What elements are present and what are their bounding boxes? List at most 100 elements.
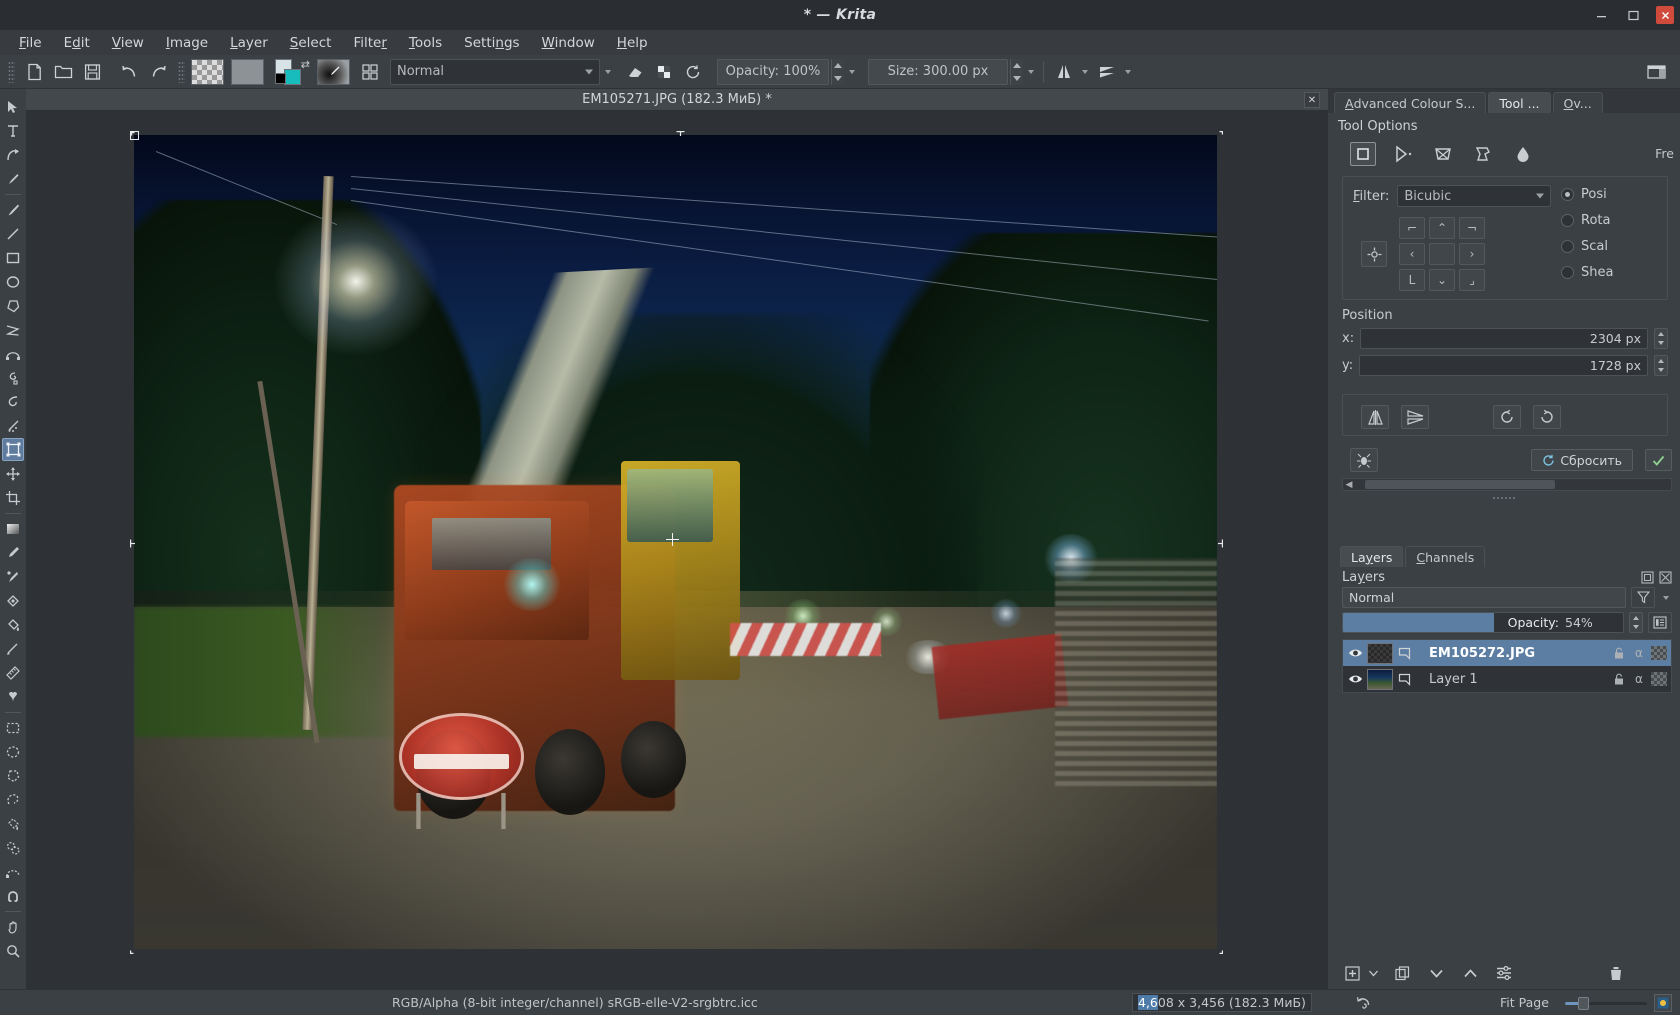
- enclose-and-fill-tool[interactable]: [2, 637, 24, 660]
- menu-filter[interactable]: Filter: [342, 32, 397, 54]
- toolbar-grip[interactable]: [8, 60, 15, 83]
- layer-lock-icon[interactable]: [1610, 643, 1628, 663]
- crop-tool[interactable]: [2, 486, 24, 509]
- background-colour-swatch[interactable]: [284, 68, 301, 85]
- position-radio[interactable]: [1561, 188, 1574, 201]
- magnetic-selection-tool[interactable]: [2, 884, 24, 907]
- brush-editor-icon[interactable]: [358, 59, 382, 85]
- rectangle-tool[interactable]: [2, 246, 24, 269]
- bezier-selection-tool[interactable]: [2, 860, 24, 883]
- tab-channels[interactable]: Channels: [1405, 546, 1486, 567]
- layer-alpha-icon[interactable]: α: [1630, 643, 1648, 663]
- position-x-stepper[interactable]: [1654, 328, 1668, 349]
- zoom-reset-icon[interactable]: [1654, 993, 1672, 1012]
- size-stepper[interactable]: [1010, 58, 1023, 85]
- flip-vertically-icon[interactable]: [1401, 405, 1429, 429]
- zoom-preset-label[interactable]: Fit Page: [1500, 995, 1549, 1010]
- menu-view[interactable]: View: [101, 32, 155, 54]
- layer-lock-icon[interactable]: [1610, 669, 1628, 689]
- multibrush-tool[interactable]: [2, 414, 24, 437]
- anchor-top-right-button[interactable]: ¬: [1459, 217, 1485, 239]
- menu-edit[interactable]: Edit: [53, 32, 101, 54]
- transform-handle-mid-right[interactable]: [1214, 539, 1223, 548]
- elliptical-selection-tool[interactable]: [2, 740, 24, 763]
- transform-handle-top-left[interactable]: [130, 131, 139, 140]
- anchor-centre-button[interactable]: [1429, 243, 1455, 265]
- save-document-icon[interactable]: [79, 59, 106, 85]
- layer-properties-button[interactable]: [1494, 963, 1514, 983]
- apply-button[interactable]: [1645, 449, 1672, 471]
- layer-filter-caret[interactable]: [1660, 587, 1672, 608]
- open-document-icon[interactable]: [50, 59, 77, 85]
- new-document-icon[interactable]: [21, 59, 48, 85]
- bezier-curve-tool[interactable]: [2, 342, 24, 365]
- anchor-point-icon[interactable]: [1361, 241, 1387, 267]
- toolbar-grip-2[interactable]: [178, 60, 185, 83]
- tool-options-scrollbar[interactable]: ◀: [1342, 478, 1672, 491]
- close-docker-icon[interactable]: [1659, 571, 1672, 584]
- freehand-selection-tool[interactable]: [2, 788, 24, 811]
- opacity-slider[interactable]: Opacity: 100%: [717, 58, 829, 85]
- layer-list[interactable]: EM105272.JPG α Layer 1 α: [1342, 639, 1672, 693]
- gradient-tool[interactable]: [2, 517, 24, 540]
- perspective-transform-mode-icon[interactable]: [1390, 142, 1416, 166]
- canvas[interactable]: [26, 111, 1328, 989]
- anchor-bottom-right-button[interactable]: ⌟: [1459, 269, 1485, 291]
- pan-tool[interactable]: [2, 915, 24, 938]
- zoom-tool[interactable]: [2, 939, 24, 962]
- recursive-transform-icon[interactable]: [1350, 448, 1378, 472]
- liquify-transform-mode-icon[interactable]: [1510, 142, 1536, 166]
- table-row[interactable]: Layer 1 α: [1343, 666, 1671, 692]
- undo-history-icon[interactable]: [1355, 995, 1372, 1011]
- layer-name[interactable]: Layer 1: [1415, 672, 1610, 687]
- smart-patch-tool[interactable]: [2, 589, 24, 612]
- free-transform-mode-icon[interactable]: [1350, 142, 1376, 166]
- scroll-left-icon[interactable]: ◀: [1343, 480, 1355, 490]
- rotate-clockwise-icon[interactable]: [1533, 405, 1561, 429]
- foreground-background-colours[interactable]: ⇄: [275, 58, 310, 85]
- calligraphy-tool[interactable]: [2, 167, 24, 190]
- menu-file[interactable]: File: [8, 32, 53, 54]
- rotate-radio[interactable]: [1561, 214, 1574, 227]
- zoom-slider[interactable]: [1565, 994, 1647, 1012]
- dynamic-brush-tool[interactable]: [2, 390, 24, 413]
- transform-handle-top-right[interactable]: [1214, 131, 1223, 140]
- menu-window[interactable]: Window: [531, 32, 606, 54]
- similar-colour-selection-tool[interactable]: [2, 836, 24, 859]
- menu-tools[interactable]: Tools: [398, 32, 453, 54]
- position-y-stepper[interactable]: [1654, 355, 1668, 376]
- anchor-top-left-button[interactable]: ⌐: [1399, 217, 1425, 239]
- minimize-button[interactable]: [1592, 6, 1610, 24]
- image-size-field[interactable]: 4,6 08 x 3,456 (182.3 МиБ): [1132, 993, 1312, 1012]
- flip-horizontally-icon[interactable]: [1361, 405, 1389, 429]
- tab-overview[interactable]: Ov...: [1552, 92, 1603, 113]
- eraser-mode-icon[interactable]: [622, 59, 649, 85]
- polygonal-selection-tool[interactable]: [2, 764, 24, 787]
- layer-opacity-stepper[interactable]: [1629, 612, 1643, 633]
- gradients-swatch[interactable]: [191, 58, 224, 85]
- anchor-bottom-centre-button[interactable]: ⌄: [1429, 269, 1455, 291]
- layer-filter-icon[interactable]: [1631, 587, 1655, 608]
- anchor-middle-right-button[interactable]: ›: [1459, 243, 1485, 265]
- layer-thumbnail[interactable]: [1367, 668, 1393, 690]
- cage-transform-mode-icon[interactable]: [1470, 142, 1496, 166]
- position-x-input[interactable]: 2304 px: [1360, 328, 1648, 349]
- ellipse-tool[interactable]: [2, 270, 24, 293]
- patterns-swatch[interactable]: [231, 58, 264, 85]
- edit-shapes-tool[interactable]: [2, 143, 24, 166]
- dock-splitter[interactable]: [1328, 494, 1680, 501]
- contiguous-selection-tool[interactable]: [2, 812, 24, 835]
- brush-preset-icon[interactable]: [317, 58, 350, 85]
- freehand-brush-tool[interactable]: [2, 198, 24, 221]
- undo-icon[interactable]: [116, 59, 143, 85]
- opacity-extra-caret[interactable]: [846, 59, 858, 85]
- layer-name[interactable]: EM105272.JPG: [1415, 646, 1610, 661]
- transform-handle-bottom-right[interactable]: [1214, 945, 1223, 954]
- transform-tool[interactable]: [2, 438, 24, 461]
- float-docker-icon[interactable]: [1641, 571, 1654, 584]
- duplicate-layer-button[interactable]: [1392, 963, 1412, 983]
- position-radio-row[interactable]: Posi: [1561, 187, 1657, 202]
- table-row[interactable]: EM105272.JPG α: [1343, 640, 1671, 666]
- blending-mode-extra-caret[interactable]: [602, 59, 614, 85]
- rotate-radio-row[interactable]: Rota: [1561, 213, 1657, 228]
